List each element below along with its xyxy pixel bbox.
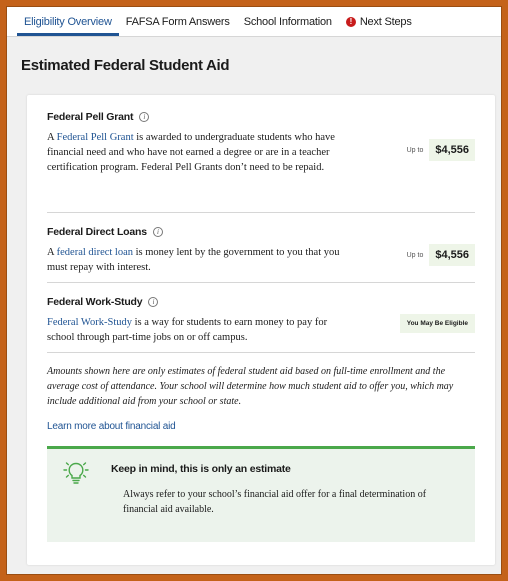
info-icon[interactable]: i	[148, 297, 159, 307]
tab-school-information[interactable]: School Information	[237, 16, 339, 36]
info-icon[interactable]: i	[139, 112, 150, 122]
estimate-callout: Keep in mind, this is only an estimate A…	[47, 446, 475, 542]
aid-title-text: Federal Pell Grant	[47, 111, 134, 123]
callout-text: Always refer to your school’s financial …	[123, 489, 427, 515]
direct-loan-link[interactable]: federal direct loan	[57, 247, 133, 258]
aid-title: Federal Pell Grant i	[47, 111, 355, 123]
aid-row-work-study: Federal Work-Study i Federal Work-Study …	[47, 283, 475, 353]
amount-box: You May Be Eligible	[399, 314, 475, 333]
estimate-disclaimer: Amounts shown here are only estimates of…	[47, 366, 454, 407]
upto-label: Up to	[406, 251, 424, 259]
learn-more-link[interactable]: Learn more about financial aid	[47, 421, 176, 432]
aid-description: Federal Work-Study is a way for students…	[47, 315, 355, 345]
tab-label: FAFSA Form Answers	[125, 16, 230, 28]
upto-label: Up to	[406, 146, 424, 154]
tab-bar: Eligibility Overview FAFSA Form Answers …	[7, 7, 501, 37]
tab-fafsa-form-answers[interactable]: FAFSA Form Answers	[119, 16, 237, 36]
amount-value: $4,556	[429, 244, 475, 266]
aid-title: Federal Direct Loans i	[47, 226, 355, 238]
aid-title-text: Federal Work-Study	[47, 296, 143, 308]
amount-box: Up to $4,556	[407, 139, 475, 161]
aid-card: Federal Pell Grant i A Federal Pell Gran…	[27, 95, 495, 565]
aid-title: Federal Work-Study i	[47, 296, 355, 308]
aid-description: A federal direct loan is money lent by t…	[47, 245, 355, 275]
tab-next-steps[interactable]: ! Next Steps	[339, 16, 419, 36]
desc-prefix: A	[47, 132, 57, 143]
aid-row-direct-loans: Federal Direct Loans i A federal direct …	[47, 213, 475, 283]
page-title: Estimated Federal Student Aid	[21, 56, 230, 74]
tab-label: Next Steps	[359, 16, 412, 28]
amount-box: Up to $4,556	[407, 244, 475, 266]
callout-title: Keep in mind, this is only an estimate	[111, 463, 291, 475]
aid-row-pell-grant: Federal Pell Grant i A Federal Pell Gran…	[47, 95, 475, 213]
aid-description: A Federal Pell Grant is awarded to under…	[47, 130, 355, 175]
tab-label: School Information	[243, 16, 332, 28]
app-frame: Eligibility Overview FAFSA Form Answers …	[6, 6, 502, 575]
aid-title-text: Federal Direct Loans	[47, 226, 147, 238]
tab-eligibility-overview[interactable]: Eligibility Overview	[17, 16, 119, 36]
work-study-link[interactable]: Federal Work-Study	[47, 317, 132, 328]
tab-label: Eligibility Overview	[24, 16, 112, 28]
amount-value: $4,556	[429, 139, 475, 161]
desc-prefix: A	[47, 247, 57, 258]
eligibility-status: You May Be Eligible	[399, 314, 475, 333]
lightbulb-icon	[63, 462, 89, 484]
alert-icon: !	[345, 17, 356, 27]
pell-grant-link[interactable]: Federal Pell Grant	[57, 132, 134, 143]
info-icon[interactable]: i	[152, 227, 163, 237]
